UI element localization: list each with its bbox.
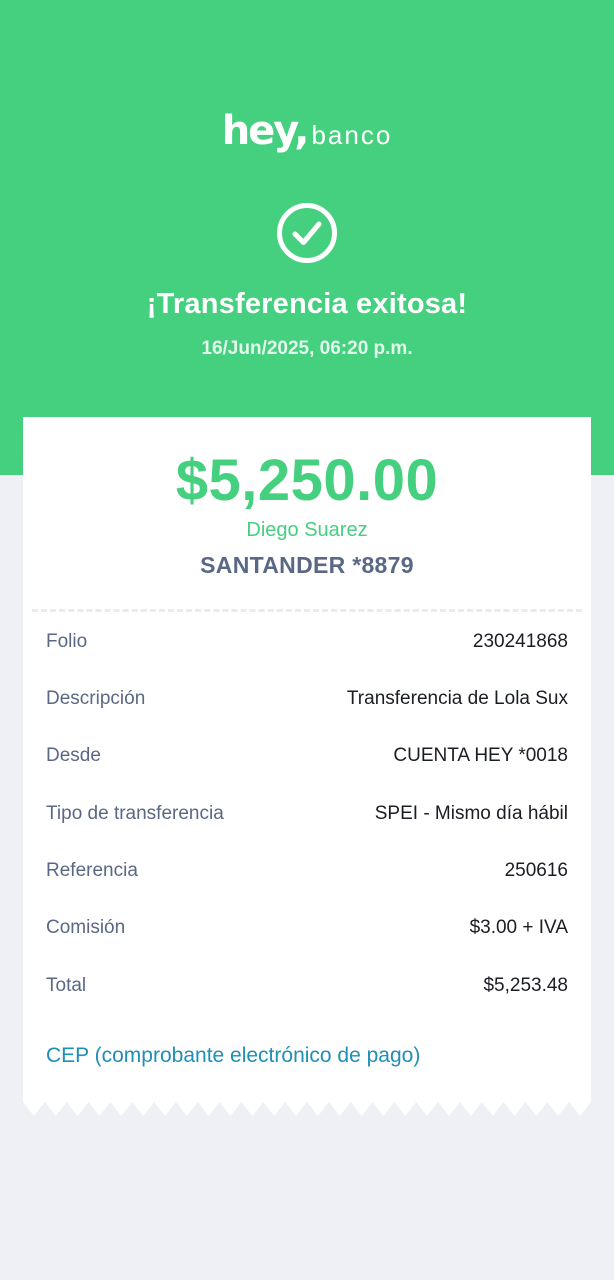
detail-row-referencia: Referencia 250616 (46, 857, 568, 885)
detail-label: Folio (46, 631, 88, 652)
detail-value: Transferencia de Lola Sux (346, 688, 568, 709)
brand-logo: hey, banco (0, 108, 614, 154)
detail-value: 230241868 (472, 631, 568, 652)
page-title: ¡Transferencia exitosa! (146, 288, 468, 320)
cep-link[interactable]: CEP (comprobante electrónico de pago) (46, 1044, 420, 1068)
detail-label: Comisión (46, 917, 126, 938)
detail-label: Total (46, 975, 87, 996)
brand-sub-text: banco (311, 120, 393, 150)
brand-main-text: hey, (221, 108, 310, 154)
detail-row-total: Total $5,253.48 (46, 972, 568, 1000)
detail-row-comision: Comisión $3.00 + IVA (46, 914, 568, 942)
detail-value: $5,253.48 (483, 975, 568, 996)
detail-value: 250616 (504, 860, 568, 881)
recipient-name: Diego Suarez (246, 519, 368, 541)
dashed-divider (32, 609, 582, 612)
detail-value: $3.00 + IVA (469, 917, 568, 938)
detail-row-folio: Folio 230241868 (46, 628, 568, 656)
detail-row-descripcion: Descripción Transferencia de Lola Sux (46, 685, 568, 713)
recipient-bank: SANTANDER *8879 (200, 552, 414, 578)
transfer-amount: $5,250.00 (175, 448, 439, 513)
detail-label: Referencia (46, 860, 138, 881)
detail-row-desde: Desde CUENTA HEY *0018 (46, 742, 568, 770)
detail-row-tipo-transferencia: Tipo de transferencia SPEI - Mismo día h… (46, 800, 568, 828)
transfer-datetime: 16/Jun/2025, 06:20 p.m. (201, 338, 413, 359)
detail-label: Descripción (46, 688, 146, 709)
detail-label: Tipo de transferencia (46, 803, 224, 824)
check-circle-icon (277, 203, 337, 263)
detail-value: SPEI - Mismo día hábil (374, 803, 568, 824)
detail-label: Desde (46, 745, 101, 766)
receipt-torn-edge (23, 1100, 591, 1116)
receipt-card: $5,250.00 Diego Suarez SANTANDER *8879 F… (23, 417, 591, 1101)
detail-value: CUENTA HEY *0018 (393, 745, 568, 766)
